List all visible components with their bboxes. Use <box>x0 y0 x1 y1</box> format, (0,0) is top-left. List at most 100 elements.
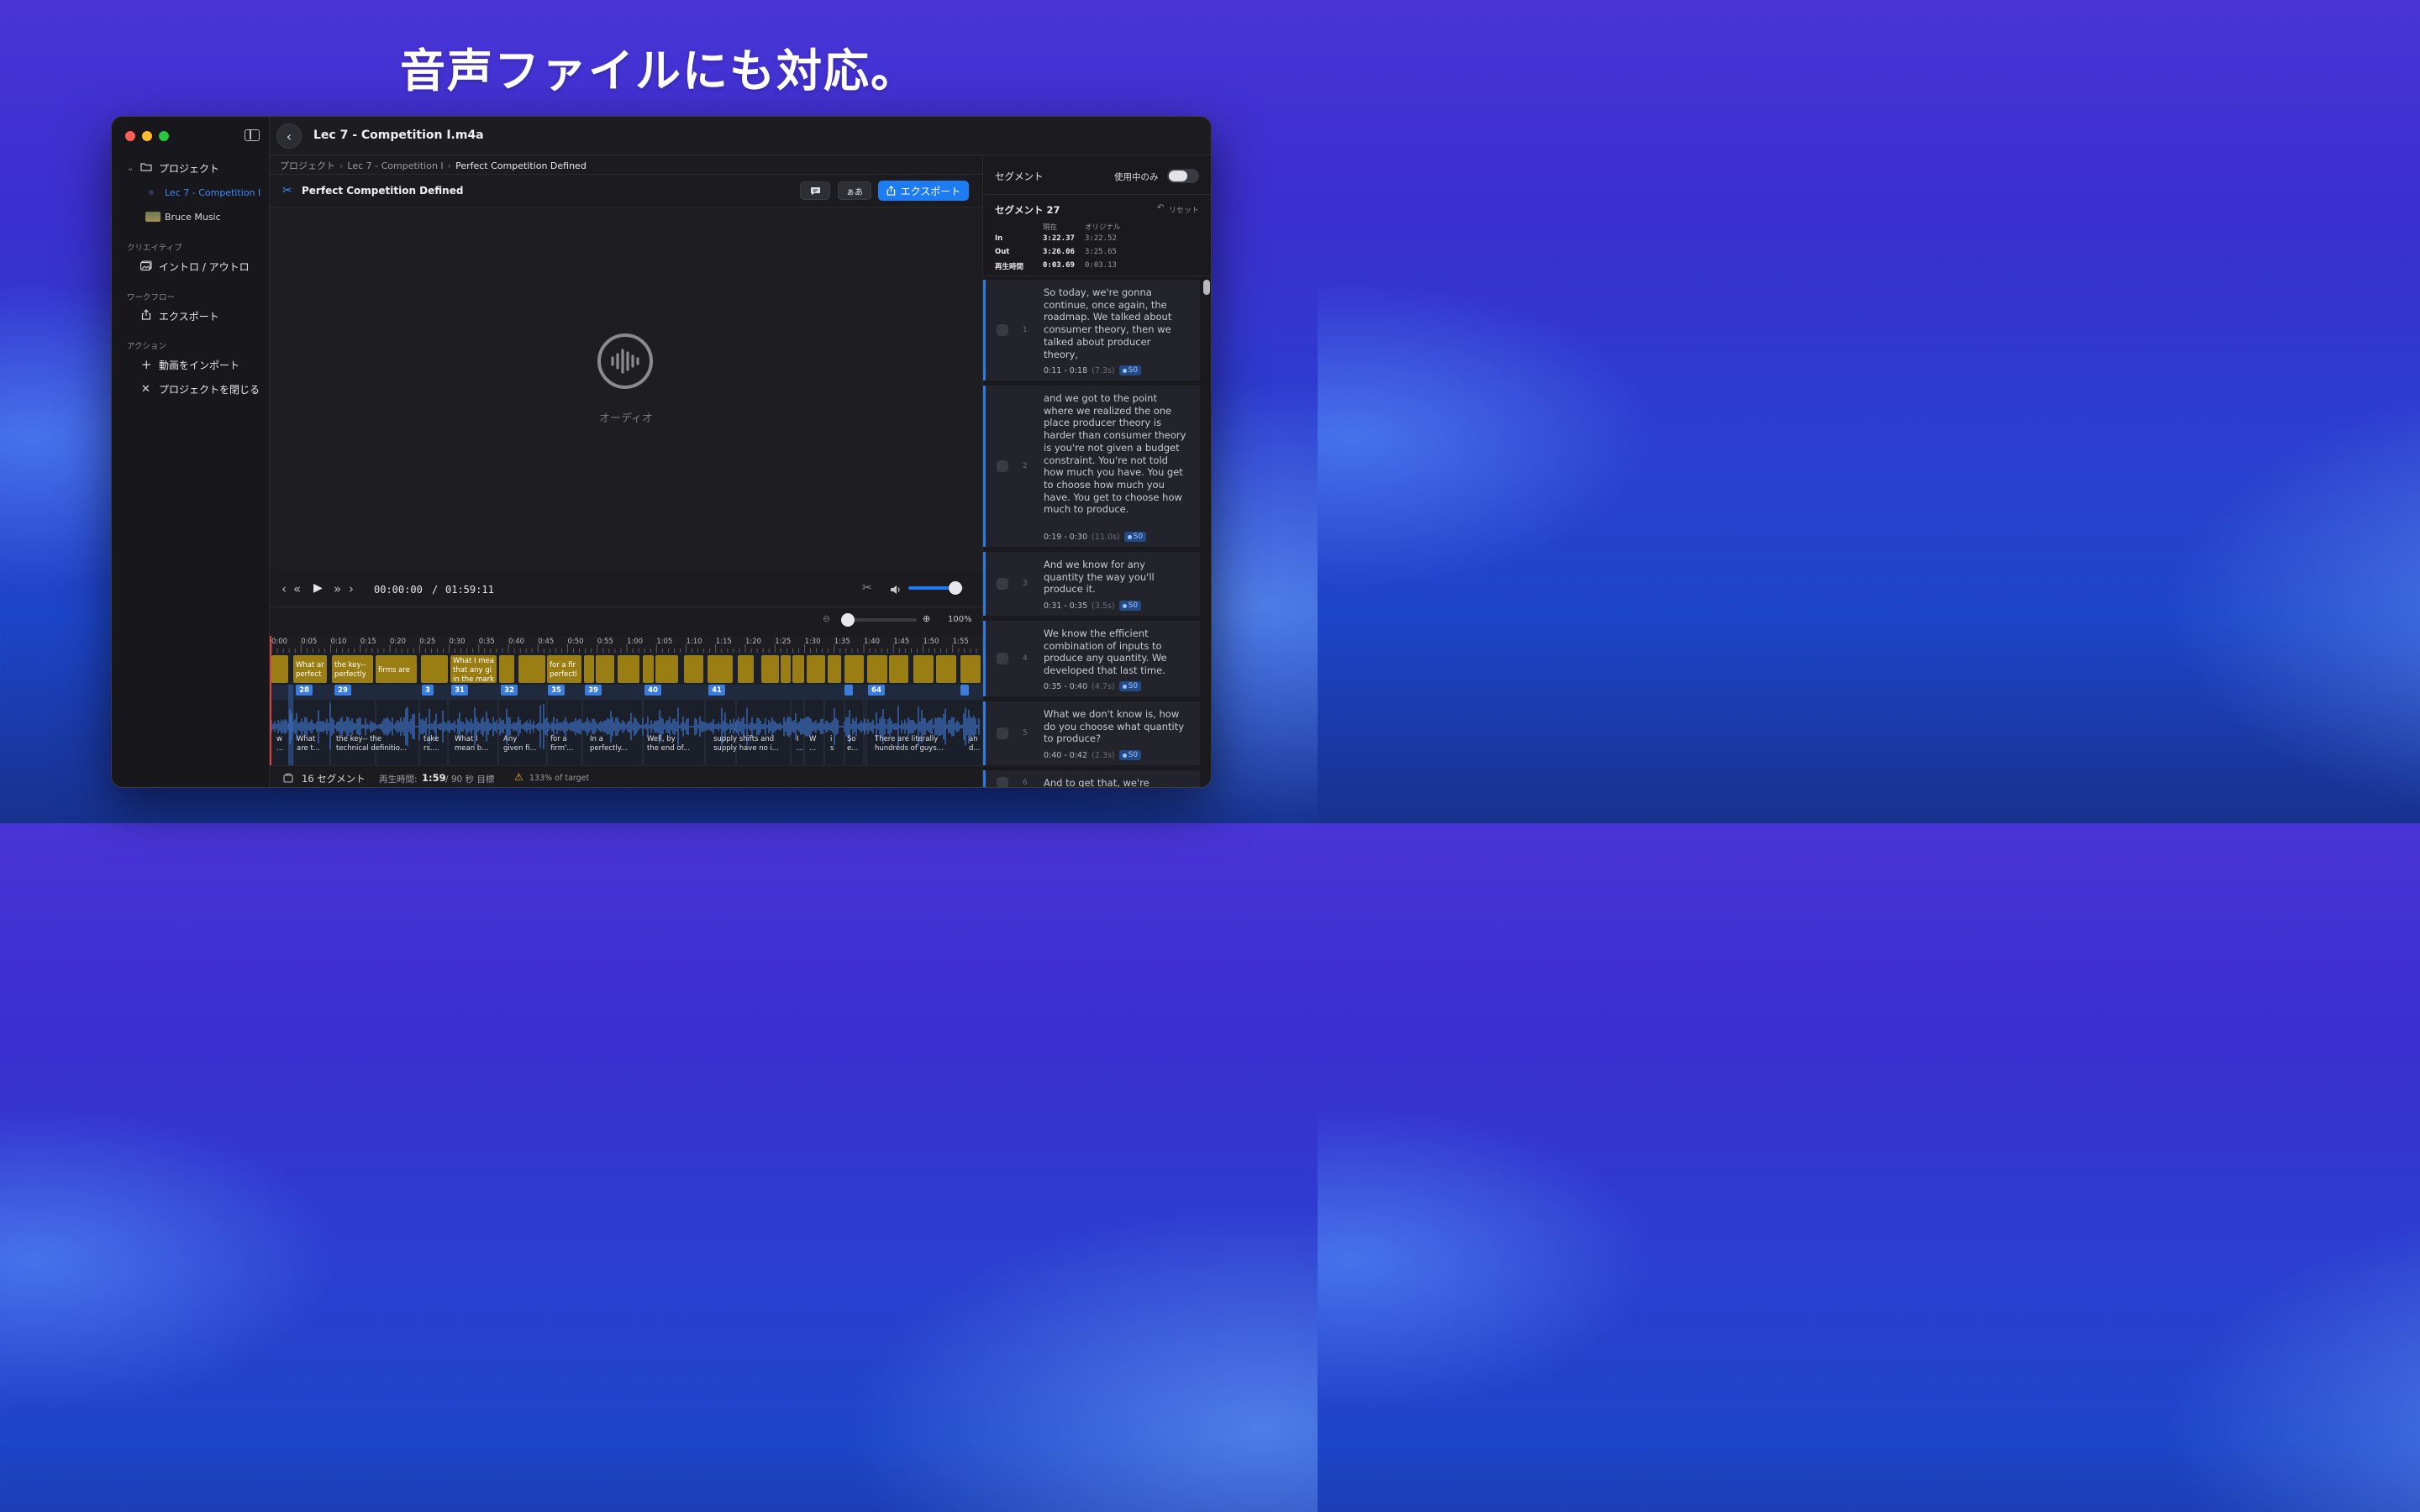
zoom-in-icon[interactable]: ⊕ <box>923 613 930 624</box>
volume-knob[interactable] <box>949 581 963 595</box>
fast-forward-button[interactable]: » <box>334 581 341 596</box>
play-button[interactable]: ▶ <box>313 581 323 595</box>
toggle-knob <box>1169 171 1187 181</box>
segment-meta: 0:31 - 0:35 (3.5s) S0 <box>1044 601 1142 611</box>
caption-line: hundreds of guys... <box>875 744 944 753</box>
segment-checkbox[interactable] <box>997 653 1008 664</box>
segment-marker[interactable]: 28 <box>296 685 313 696</box>
segment-checkbox[interactable] <box>997 324 1008 336</box>
ruler-tick-label: 1:25 <box>775 638 791 646</box>
breadcrumb-item[interactable]: Lec 7 - Competition I <box>347 160 443 171</box>
segment-list[interactable]: 1 So today, we're gonna continue, once ag… <box>983 277 1211 787</box>
breadcrumb-current: Perfect Competition Defined <box>455 160 587 171</box>
reset-button[interactable]: リセット <box>1169 204 1199 215</box>
segment-marker[interactable]: 29 <box>334 685 351 696</box>
breadcrumb-item[interactable]: プロジェクト <box>280 159 335 172</box>
clip-label: What I mea that any gi in the mark <box>453 657 495 684</box>
column-original: オリジナル <box>1085 223 1121 232</box>
captions-button[interactable] <box>800 181 830 200</box>
scissors-icon: ✂ <box>282 184 292 197</box>
next-segment-button[interactable]: › <box>349 581 354 596</box>
clip-label: the key-- perfectly <box>334 661 366 679</box>
sidebar-item-intro-outro[interactable]: イントロ / アウトロ <box>112 257 270 276</box>
segment-marker[interactable]: 64 <box>868 685 885 696</box>
section-actions: アクション <box>127 342 167 351</box>
timeline-caption: supply shifts and supply have no i... <box>713 735 794 753</box>
segment-marker[interactable]: 41 <box>708 685 725 696</box>
segment-marker[interactable]: 35 <box>548 685 565 696</box>
share-icon <box>886 186 895 196</box>
segment-marker[interactable] <box>844 685 853 696</box>
duration-value: 1:59 <box>422 772 446 784</box>
segment-number: 4 <box>1023 654 1028 663</box>
share-icon <box>141 309 151 323</box>
undo-icon[interactable]: ↶ <box>1157 203 1164 213</box>
caption-line: mean b... <box>455 744 489 753</box>
speaker-icon[interactable] <box>890 582 902 598</box>
segment-marker[interactable]: 40 <box>644 685 661 696</box>
segment-marker[interactable]: 39 <box>585 685 602 696</box>
segment-duration: (3.5s) <box>1092 601 1115 611</box>
caption-line: What <box>297 735 316 743</box>
target-warning: 133% of target <box>529 774 590 783</box>
segment-checkbox[interactable] <box>997 727 1008 739</box>
scrollbar-thumb[interactable] <box>1203 280 1210 295</box>
sidebar-action-import[interactable]: + 動画をインポート <box>112 355 270 374</box>
segment-marker[interactable] <box>960 685 969 696</box>
rewind-button[interactable]: « <box>293 581 301 596</box>
segment-marker[interactable]: 31 <box>451 685 468 696</box>
speaker-dot-icon <box>1122 684 1127 689</box>
sidebar-item-bruce-music[interactable]: Bruce Music <box>112 207 270 226</box>
segment-card[interactable]: 3 And we know for any quantity the way yo… <box>983 552 1200 616</box>
caption-line: i <box>830 735 833 743</box>
caption-line: the end of... <box>647 744 691 753</box>
ruler-tick-label: 0:25 <box>419 638 435 646</box>
zoom-knob[interactable] <box>841 613 855 627</box>
zoom-out-icon[interactable]: ⊖ <box>823 613 830 624</box>
segment-card[interactable]: 5 What we don't know is, how do you choos… <box>983 701 1200 765</box>
zoom-window-button[interactable] <box>159 131 169 141</box>
caption-line: perfectly... <box>590 744 628 753</box>
back-button[interactable]: ‹ <box>276 123 302 149</box>
segment-checkbox[interactable] <box>997 578 1008 590</box>
close-window-button[interactable] <box>125 131 135 141</box>
sidebar-item-lec7[interactable]: Lec 7 - Competition I <box>112 183 270 202</box>
timeline[interactable]: 0:00 0:05 0:10 0:15 0:20 0:25 0:30 0:35 0:40 0:45… <box>270 636 982 765</box>
segment-range: 0:19 - 0:30 <box>1044 532 1088 542</box>
segment-card[interactable]: 4 We know the efficient combination of in… <box>983 621 1200 696</box>
ruler-tick-label: 0:40 <box>508 638 524 646</box>
segment-number: 6 <box>1023 779 1028 787</box>
previous-segment-button[interactable]: ‹ <box>281 581 287 596</box>
playhead[interactable] <box>270 636 271 765</box>
segment-checkbox[interactable] <box>997 777 1008 787</box>
font-style-button[interactable]: ぁあ <box>838 181 871 200</box>
clip-label: What ar perfect <box>296 661 324 679</box>
segment-card[interactable]: 6 And to get that, we're <box>983 770 1200 787</box>
segment-meta: 0:11 - 0:18 (7.3s) S0 <box>1044 365 1142 375</box>
in-use-only-toggle[interactable] <box>1167 169 1199 183</box>
ruler-tick-label: 0:10 <box>331 638 347 646</box>
zoom-slider[interactable] <box>841 613 917 627</box>
export-button[interactable]: エクスポート <box>878 181 969 201</box>
segment-marker[interactable]: 32 <box>501 685 518 696</box>
segment-text: and we got to the point where we realize… <box>1044 392 1186 516</box>
segment-meta: 0:19 - 0:30 (11.0s) S0 <box>1044 532 1147 542</box>
segment-text: And we know for any quantity the way you… <box>1044 559 1155 596</box>
scissors-icon[interactable]: ✂ <box>862 581 872 595</box>
clip-title: Perfect Competition Defined <box>302 185 464 197</box>
segment-marker[interactable]: 3 <box>422 685 434 696</box>
sidebar-project-group[interactable]: ⌄ プロジェクト <box>112 159 270 177</box>
segment-checkbox[interactable] <box>997 460 1008 472</box>
timeline-caption: W... <box>809 735 824 753</box>
sidebar-action-close[interactable]: ✕ プロジェクトを閉じる <box>112 380 270 398</box>
sidebar-toggle-icon[interactable] <box>245 129 260 141</box>
timeline-caption: What are t... <box>297 735 330 753</box>
segment-card[interactable]: 1 So today, we're gonna continue, once ag… <box>983 280 1200 381</box>
volume-slider[interactable] <box>908 581 964 595</box>
minimize-window-button[interactable] <box>142 131 152 141</box>
segment-duration: (4.7s) <box>1092 681 1115 691</box>
sidebar-item-export[interactable]: エクスポート <box>112 307 270 325</box>
speaker-dot-icon <box>1122 603 1127 608</box>
segment-card[interactable]: 2 and we got to the point where we realiz… <box>983 386 1200 547</box>
status-bar: 16 セグメント 再生時間: 1:59 / 90 秒 目標 ⚠ 133% of … <box>270 765 982 787</box>
